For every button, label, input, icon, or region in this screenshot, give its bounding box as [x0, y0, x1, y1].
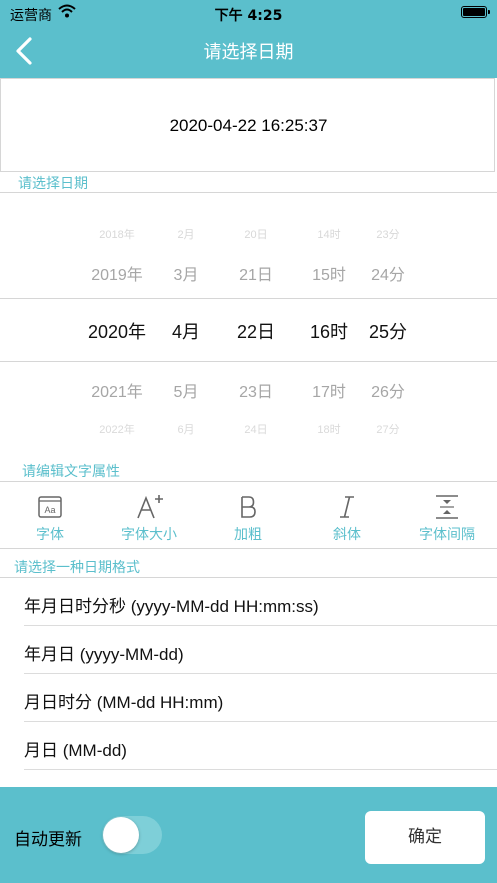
format-option-label: 月日时分 (MM-dd HH:mm) — [24, 693, 224, 712]
date-display-value: 2020-04-22 16:25:37 — [169, 116, 328, 135]
picker-option[interactable]: 20日 — [216, 226, 296, 242]
toolbar-spacing-button[interactable]: 字体间隔 — [397, 490, 497, 548]
status-time: 下午 4:25 — [214, 8, 283, 24]
toolbar-font-button[interactable]: Aa 字体 — [0, 490, 100, 548]
format-option-label: 年月日时分秒 (yyyy-MM-dd HH:mm:ss) — [24, 597, 319, 616]
font-icon: Aa — [0, 490, 100, 524]
divider — [0, 548, 497, 549]
battery-icon — [461, 6, 490, 18]
picker-selection-bottom-line — [0, 361, 497, 362]
italic-icon — [297, 490, 397, 524]
picker-option[interactable]: 24分 — [348, 261, 428, 285]
confirm-button[interactable]: 确定 — [365, 811, 485, 864]
format-section-label: 请选择一种日期格式 — [14, 560, 140, 576]
format-option-label: 月日 (MM-dd) — [24, 741, 127, 760]
picker-option[interactable]: 2021年 — [77, 378, 157, 402]
picker-option[interactable]: 21日 — [216, 261, 296, 285]
divider — [0, 192, 497, 193]
format-option[interactable]: 年月日 (yyyy-MM-dd) — [0, 626, 497, 674]
format-option[interactable]: 月日 (MM-dd) — [0, 722, 497, 770]
page-title: 请选择日期 — [203, 42, 294, 63]
toolbar-bold-button[interactable]: 加粗 — [198, 490, 298, 548]
toggle-knob — [103, 817, 139, 853]
picker-option[interactable]: 27分 — [348, 421, 428, 437]
divider — [0, 481, 497, 482]
picker-option[interactable]: 2019年 — [77, 261, 157, 285]
picker-option[interactable]: 24日 — [216, 421, 296, 437]
bold-icon — [198, 490, 298, 524]
picker-option[interactable]: 26分 — [348, 378, 428, 402]
picker-option[interactable]: 23分 — [348, 226, 428, 242]
picker-option[interactable]: 2月 — [146, 226, 226, 242]
picker-selected-value[interactable]: 25分 — [348, 318, 428, 344]
toolbar-label: 字体间隔 — [419, 527, 475, 543]
picker-option[interactable]: 5月 — [146, 378, 226, 402]
toolbar-font-size-button[interactable]: 字体大小 — [99, 490, 199, 548]
toolbar-italic-button[interactable]: 斜体 — [297, 490, 397, 548]
toolbar-label: 加粗 — [234, 527, 262, 543]
svg-text:Aa: Aa — [44, 505, 55, 515]
picker-option[interactable]: 23日 — [216, 378, 296, 402]
picker-option[interactable]: 3月 — [146, 261, 226, 285]
spacing-icon — [397, 490, 497, 524]
text-section-label: 请编辑文字属性 — [22, 464, 120, 480]
font-size-icon — [99, 490, 199, 524]
picker-option[interactable]: 2018年 — [77, 226, 157, 242]
picker-option[interactable]: 2022年 — [77, 421, 157, 437]
format-option[interactable]: 年月日时分秒 (yyyy-MM-dd HH:mm:ss) — [0, 578, 497, 626]
toolbar-label: 斜体 — [333, 527, 361, 543]
format-option-label: 年月日 (yyyy-MM-dd) — [24, 645, 184, 664]
toolbar-label: 字体大小 — [121, 527, 177, 543]
picker-option[interactable]: 6月 — [146, 421, 226, 437]
format-option[interactable]: 月日时分 (MM-dd HH:mm) — [0, 674, 497, 722]
picker-selected-value[interactable]: 2020年 — [77, 318, 157, 344]
auto-update-label: 自动更新 — [14, 830, 82, 850]
picker-selected-value[interactable]: 4月 — [146, 318, 226, 344]
picker-section-label: 请选择日期 — [18, 176, 88, 192]
auto-update-toggle[interactable] — [102, 816, 162, 854]
picker-selection-top-line — [0, 298, 497, 299]
toolbar-label: 字体 — [36, 527, 64, 543]
picker-selected-value[interactable]: 22日 — [216, 318, 296, 344]
